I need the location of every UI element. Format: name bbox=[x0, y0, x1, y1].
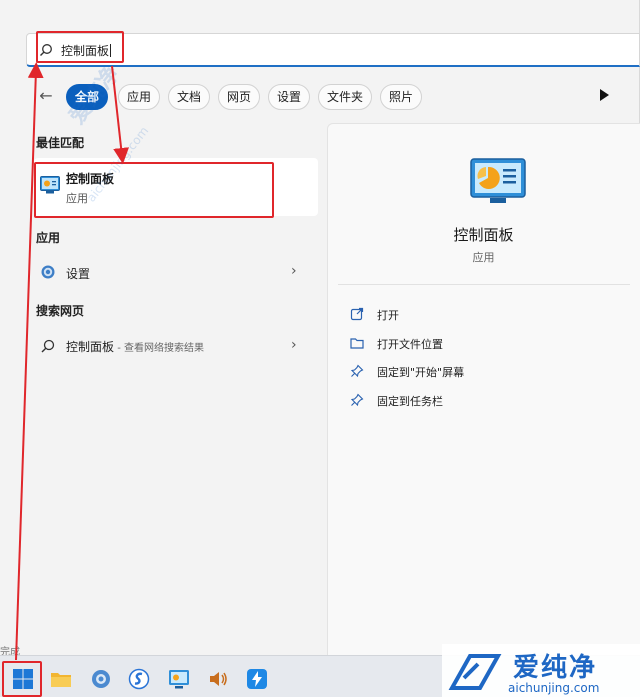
app-row-label: 设置 bbox=[66, 267, 91, 281]
volume-icon[interactable] bbox=[207, 668, 229, 690]
web-suffix: - 查看网络搜索结果 bbox=[114, 343, 204, 354]
gear-icon bbox=[41, 265, 55, 279]
divider bbox=[338, 284, 630, 285]
filter-documents[interactable]: 文档 bbox=[168, 84, 211, 110]
app-icon[interactable] bbox=[246, 668, 268, 690]
chevron-right-icon: › bbox=[291, 263, 297, 279]
action-label: 固定到任务栏 bbox=[377, 395, 443, 408]
start-highlight-box bbox=[2, 661, 42, 697]
control-panel-icon[interactable] bbox=[168, 668, 190, 690]
filter-web[interactable]: 网页 bbox=[218, 84, 261, 110]
action-label: 打开 bbox=[377, 309, 399, 322]
open-external-icon bbox=[350, 307, 364, 321]
filter-settings[interactable]: 设置 bbox=[268, 84, 311, 110]
search-icon bbox=[41, 339, 55, 353]
action-label: 打开文件位置 bbox=[377, 338, 443, 351]
watermark-logo-icon bbox=[448, 654, 502, 690]
watermark-brand: 爱纯净 bbox=[513, 653, 598, 683]
control-panel-icon bbox=[470, 158, 526, 203]
filter-folders[interactable]: 文件夹 bbox=[318, 84, 373, 110]
web-row-label: 控制面板 - 查看网络搜索结果 bbox=[66, 338, 204, 355]
sogou-icon[interactable] bbox=[128, 668, 150, 690]
details-subtitle: 应用 bbox=[472, 251, 495, 264]
file-explorer-icon[interactable] bbox=[50, 668, 72, 690]
apps-heading: 应用 bbox=[36, 231, 61, 245]
more-filters-icon[interactable] bbox=[600, 89, 609, 101]
search-highlight-box bbox=[36, 31, 124, 63]
folder-icon bbox=[350, 338, 364, 349]
pin-icon bbox=[350, 393, 364, 407]
watermark-url: aichunjing.com bbox=[508, 681, 600, 695]
web-query: 控制面板 bbox=[66, 340, 115, 354]
best-match-highlight-box bbox=[34, 162, 274, 218]
web-heading: 搜索网页 bbox=[36, 304, 85, 318]
best-match-heading: 最佳匹配 bbox=[36, 136, 85, 150]
chevron-right-icon: › bbox=[291, 337, 297, 353]
filter-photos[interactable]: 照片 bbox=[380, 84, 423, 110]
details-title: 控制面板 bbox=[453, 226, 514, 244]
back-arrow-icon[interactable]: ← bbox=[36, 86, 56, 106]
settings-icon[interactable] bbox=[90, 668, 112, 690]
action-label: 固定到"开始"屏幕 bbox=[377, 366, 465, 379]
filter-apps[interactable]: 应用 bbox=[118, 84, 161, 110]
pin-icon bbox=[350, 364, 364, 378]
